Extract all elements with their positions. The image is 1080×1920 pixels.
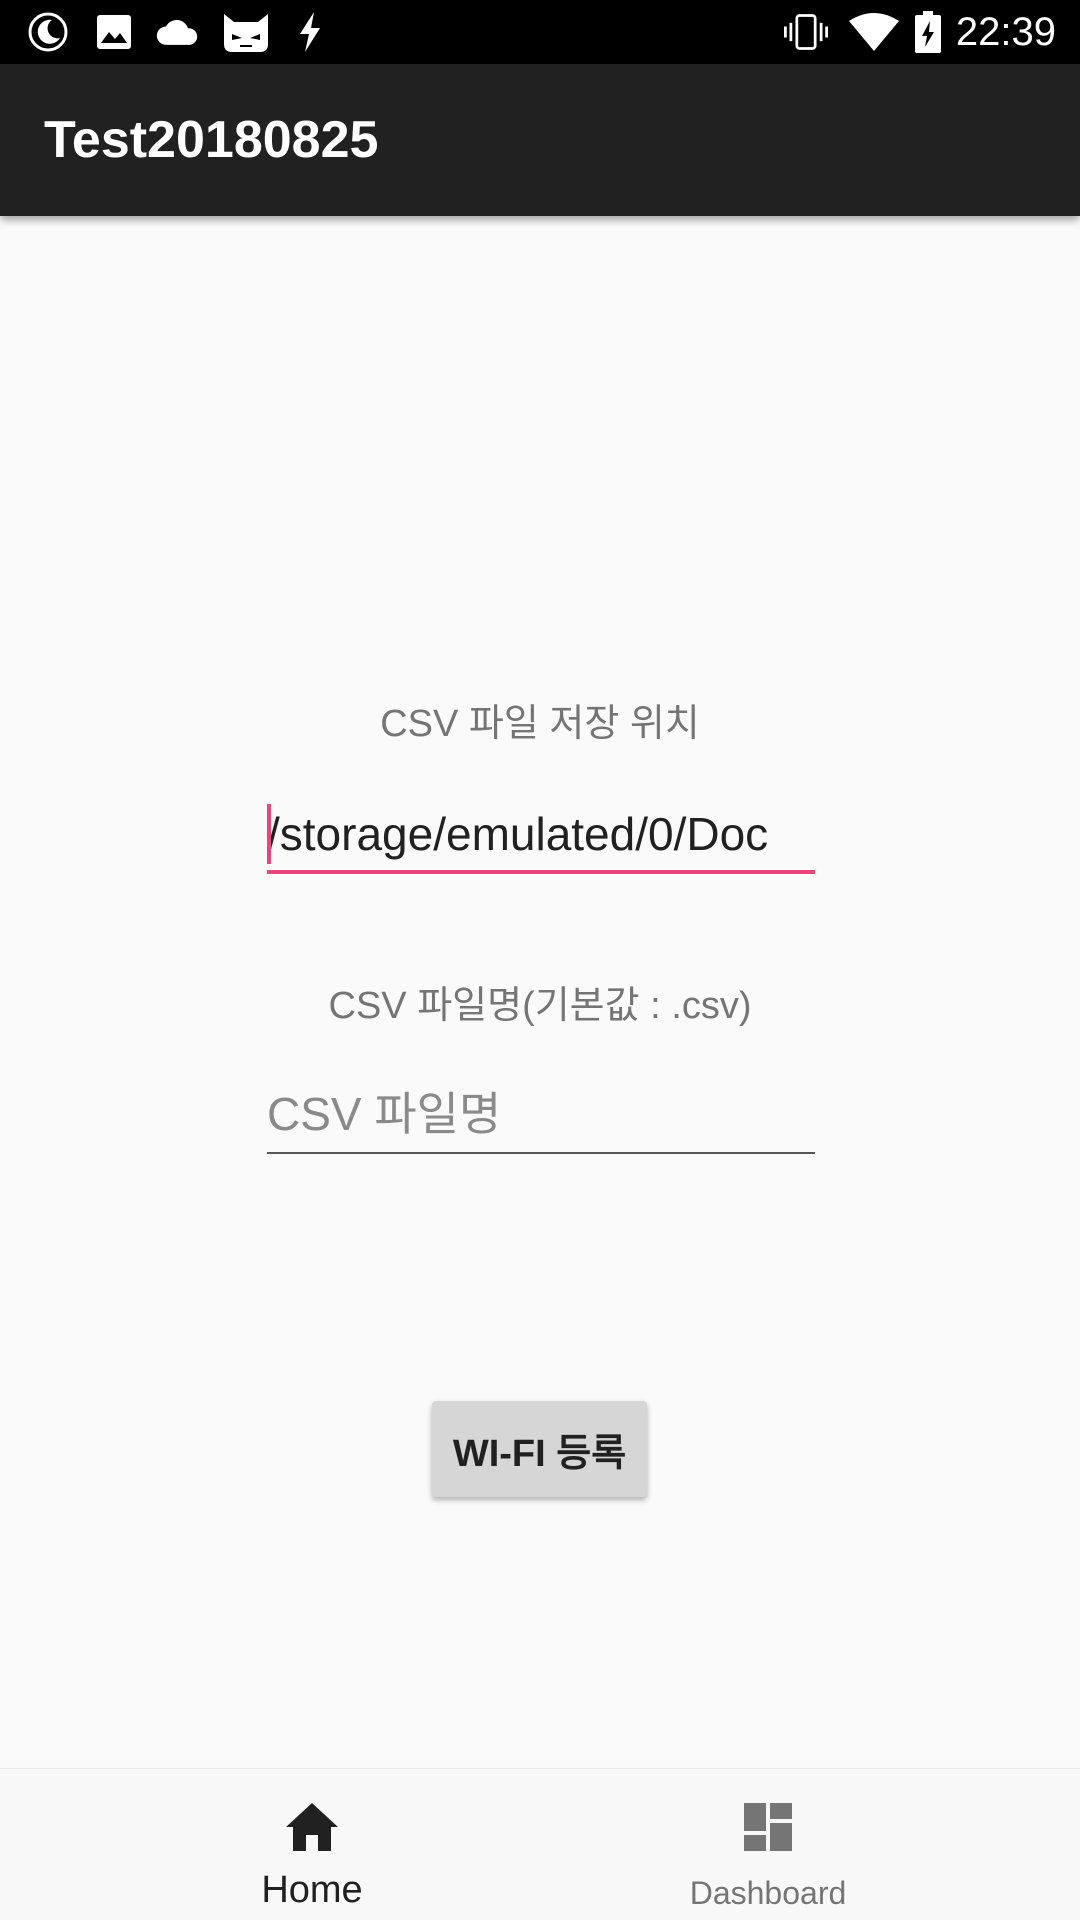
- nav-item-dashboard[interactable]: Dashboard: [498, 1769, 1038, 1920]
- dashboard-icon: [738, 1797, 798, 1857]
- text-cursor: [267, 804, 271, 864]
- wifi-register-button[interactable]: WI-FI 등록: [432, 1401, 647, 1497]
- app-title: Test20180825: [44, 111, 379, 169]
- vibrate-icon: [784, 10, 828, 54]
- wifi-icon: [848, 10, 900, 54]
- csv-location-input[interactable]: /storage/emulated/0/Doc: [267, 794, 815, 874]
- status-time: 22:39: [955, 10, 1056, 54]
- cloud-icon: [155, 10, 199, 54]
- csv-filename-underline: [267, 1152, 815, 1154]
- battery-charging-icon: [906, 10, 950, 54]
- charging-bolt-icon: [288, 10, 332, 54]
- night-mode-icon: [26, 10, 70, 54]
- status-bar: 22:39: [0, 0, 1080, 64]
- bottom-navigation: Home Dashboard: [0, 1768, 1080, 1920]
- home-icon: [282, 1797, 342, 1857]
- nav-label-dashboard: Dashboard: [689, 1875, 847, 1911]
- csv-filename-placeholder: CSV 파일명: [267, 1088, 502, 1140]
- csv-filename-input[interactable]: CSV 파일명: [267, 1074, 815, 1154]
- cat-face-icon: [220, 10, 272, 54]
- csv-location-value: /storage/emulated/0/Doc: [267, 808, 769, 860]
- screen: 22:39 Test20180825 CSV 파일 저장 위치 /storage…: [0, 0, 1080, 1920]
- csv-location-underline: [267, 870, 815, 874]
- csv-location-label: CSV 파일 저장 위치: [380, 703, 700, 745]
- app-toolbar: Test20180825: [0, 64, 1080, 216]
- image-icon: [92, 10, 136, 54]
- csv-filename-label: CSV 파일명(기본값 : .csv): [328, 985, 752, 1027]
